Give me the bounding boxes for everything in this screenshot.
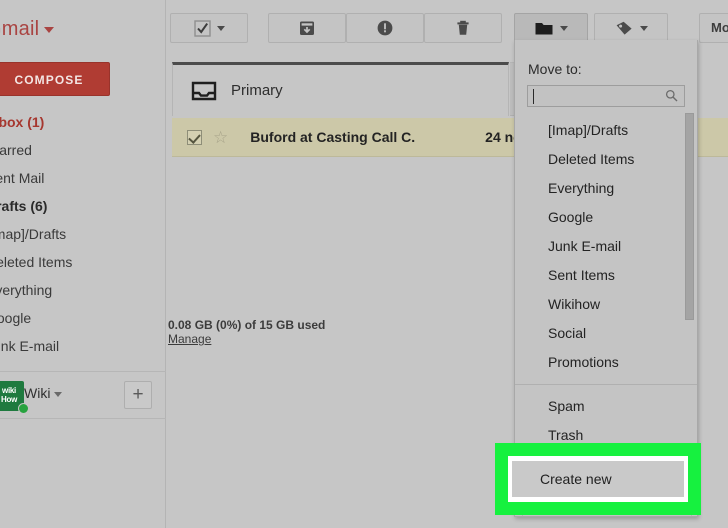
menu-item-everything[interactable]: Everything — [515, 174, 698, 203]
chat-user-name: Wiki — [24, 385, 50, 401]
checkbox-icon — [194, 20, 211, 37]
storage-usage-text: 0.08 GB (0%) of 15 GB used — [168, 318, 325, 332]
online-status-dot-icon — [18, 403, 29, 414]
sidebar-item-label: Inbox (1) — [0, 108, 44, 136]
sidebar-item-label: Everything — [0, 276, 52, 304]
chat-strip: wiki How Wiki + — [0, 371, 166, 419]
sidebar-item-label: Deleted Items — [0, 248, 72, 276]
chevron-down-icon — [44, 27, 54, 33]
more-button-label: More — [711, 20, 728, 35]
chevron-down-icon — [640, 26, 648, 31]
plus-icon: + — [132, 384, 143, 405]
tab-primary-label: Primary — [231, 82, 283, 99]
sidebar-item-label: Drafts (6) — [0, 192, 47, 220]
chevron-down-icon — [54, 392, 62, 397]
menu-item-sent-items[interactable]: Sent Items — [515, 261, 698, 290]
label-tag-icon — [615, 20, 634, 37]
gmail-app-window: Gmail COMPOSE Inbox (1) Starred Sent Mai… — [0, 0, 728, 528]
sidebar-item-google[interactable]: Google — [0, 304, 166, 332]
sidebar-item-label: [Imap]/Drafts — [0, 220, 66, 248]
menu-divider — [515, 384, 698, 385]
trash-icon — [454, 19, 472, 37]
menu-item-promotions[interactable]: Promotions — [515, 348, 698, 377]
compose-button-label: COMPOSE — [14, 73, 83, 87]
chat-user-menu[interactable]: Wiki — [24, 385, 62, 401]
gmail-logo[interactable]: Gmail — [0, 18, 54, 41]
menu-item-google[interactable]: Google — [515, 203, 698, 232]
menu-item-trash[interactable]: Trash — [515, 421, 698, 450]
sidebar-item-label: Starred — [0, 136, 32, 164]
menu-item-deleted-items[interactable]: Deleted Items — [515, 145, 698, 174]
inbox-icon — [191, 80, 217, 102]
select-all-button[interactable] — [170, 13, 248, 43]
chevron-down-icon — [217, 26, 225, 31]
sidebar-item-deleted-items[interactable]: Deleted Items — [0, 248, 166, 276]
sidebar-nav: Inbox (1) Starred Sent Mail Drafts (6) [… — [0, 108, 166, 360]
tab-primary[interactable]: Primary — [172, 62, 509, 116]
sidebar-item-label: Google — [0, 304, 31, 332]
sidebar-item-label: Junk E-mail — [0, 332, 59, 360]
add-contact-button[interactable]: + — [124, 381, 152, 409]
more-button[interactable]: More — [699, 13, 728, 43]
star-icon[interactable]: ☆ — [213, 129, 228, 146]
move-to-list: [Imap]/Drafts Deleted Items Everything G… — [515, 116, 698, 450]
menu-item-imap-drafts[interactable]: [Imap]/Drafts — [515, 116, 698, 145]
archive-icon — [298, 19, 316, 37]
folder-icon — [534, 20, 554, 37]
menu-item-social[interactable]: Social — [515, 319, 698, 348]
move-to-title: Move to: — [528, 61, 582, 77]
storage-manage-link[interactable]: Manage — [168, 332, 211, 346]
text-cursor — [533, 89, 534, 104]
sidebar-item-junk-email[interactable]: Junk E-mail — [0, 332, 166, 360]
gmail-logo-text: Gmail — [0, 18, 39, 40]
sidebar-item-starred[interactable]: Starred — [0, 136, 166, 164]
sidebar-item-inbox[interactable]: Inbox (1) — [0, 108, 166, 136]
report-spam-icon — [376, 19, 394, 37]
highlighted-create-new-item[interactable]: Create new — [512, 461, 684, 497]
sidebar-item-imap-drafts[interactable]: [Imap]/Drafts — [0, 220, 166, 248]
sidebar-item-label: Sent Mail — [0, 164, 44, 192]
search-icon — [665, 89, 678, 102]
labels-button[interactable] — [594, 13, 668, 43]
sidebar-item-everything[interactable]: Everything — [0, 276, 166, 304]
compose-button[interactable]: COMPOSE — [0, 62, 110, 96]
message-sender: Buford at Casting Call C. — [250, 129, 415, 145]
menu-item-wikihow[interactable]: Wikihow — [515, 290, 698, 319]
sidebar-item-sent-mail[interactable]: Sent Mail — [0, 164, 166, 192]
avatar-line1: wiki — [0, 386, 24, 395]
dropdown-scrollbar[interactable] — [685, 113, 694, 320]
chevron-down-icon — [560, 26, 568, 31]
menu-item-junk-email[interactable]: Junk E-mail — [515, 232, 698, 261]
sidebar: Gmail COMPOSE Inbox (1) Starred Sent Mai… — [0, 0, 166, 528]
sidebar-item-drafts[interactable]: Drafts (6) — [0, 192, 166, 220]
move-to-search-input[interactable] — [527, 85, 685, 107]
row-checkbox[interactable] — [187, 130, 202, 145]
delete-button[interactable] — [424, 13, 502, 43]
menu-item-spam[interactable]: Spam — [515, 392, 698, 421]
archive-button[interactable] — [268, 13, 346, 43]
move-to-dropdown: Move to: [Imap]/Drafts Deleted Items Eve… — [514, 40, 698, 517]
move-to-button[interactable] — [514, 13, 588, 43]
report-spam-button[interactable] — [346, 13, 424, 43]
